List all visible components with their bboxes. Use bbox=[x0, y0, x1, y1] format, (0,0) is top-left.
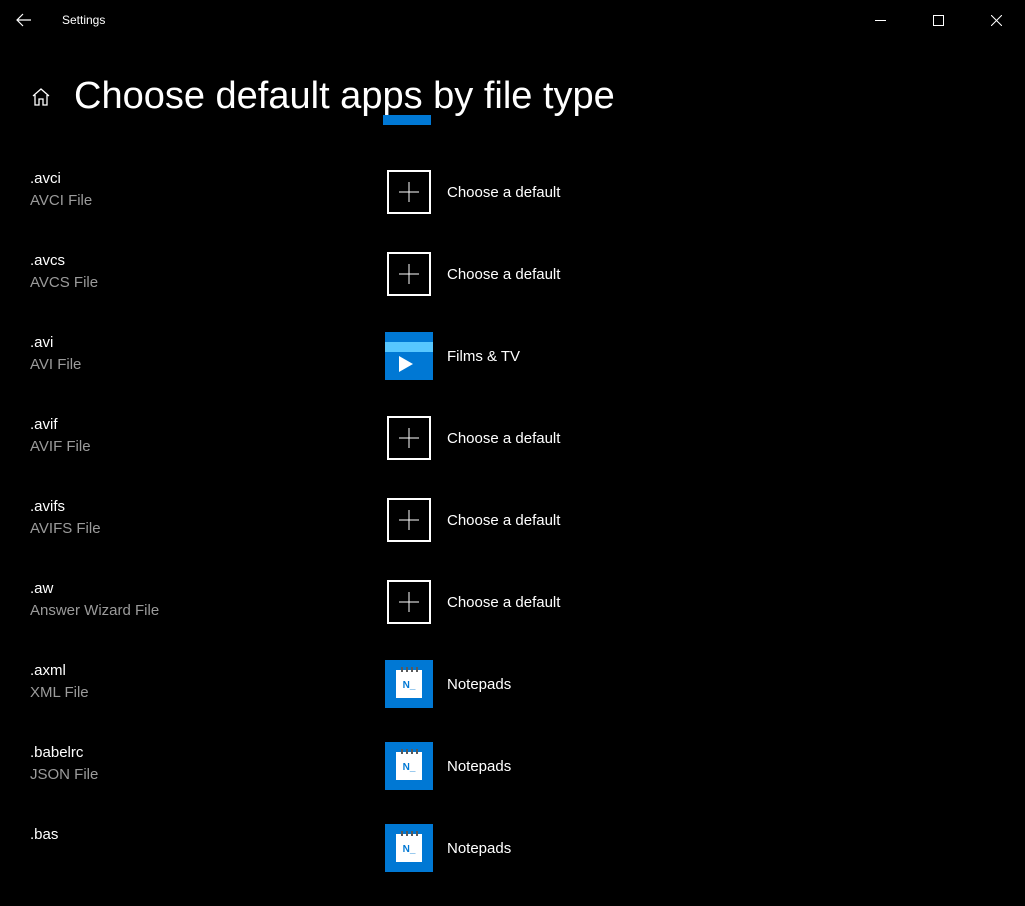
file-type-info: .babelrc JSON File bbox=[30, 742, 385, 786]
plus-icon bbox=[387, 498, 431, 542]
app-selector[interactable]: Choose a default bbox=[385, 414, 560, 462]
file-type-row: .avcs AVCS File Choose a default bbox=[30, 250, 995, 332]
file-description: AVCS File bbox=[30, 272, 385, 294]
minimize-button[interactable] bbox=[851, 0, 909, 40]
app-name: Choose a default bbox=[447, 184, 560, 201]
close-button[interactable] bbox=[967, 0, 1025, 40]
file-type-info: .avif AVIF File bbox=[30, 414, 385, 458]
app-selector[interactable]: Films & TV bbox=[385, 332, 520, 380]
maximize-icon bbox=[933, 15, 944, 26]
app-selector[interactable]: N_ Notepads bbox=[385, 824, 511, 872]
app-selector[interactable]: Choose a default bbox=[385, 496, 560, 544]
app-name: Notepads bbox=[447, 676, 511, 693]
notepads-icon: N_ bbox=[385, 660, 433, 708]
app-selector[interactable]: Choose a default bbox=[385, 168, 560, 216]
file-extension: .babelrc bbox=[30, 742, 385, 764]
back-button[interactable] bbox=[8, 4, 40, 36]
file-type-row: .aw Answer Wizard File Choose a default bbox=[30, 578, 995, 660]
window-title: Settings bbox=[62, 13, 105, 27]
titlebar-left: Settings bbox=[8, 4, 105, 36]
file-extension: .aw bbox=[30, 578, 385, 600]
file-type-row: .avi AVI File Films & TV bbox=[30, 332, 995, 414]
plus-icon bbox=[387, 580, 431, 624]
file-description: XML File bbox=[30, 682, 385, 704]
plus-icon bbox=[387, 252, 431, 296]
file-description: AVCI File bbox=[30, 190, 385, 212]
file-description: AVIF File bbox=[30, 436, 385, 458]
file-types-list: .avci AVCI File Choose a default .avcs A… bbox=[30, 168, 995, 906]
file-type-row: .bas N_ Notepads bbox=[30, 824, 995, 906]
file-extension: .avif bbox=[30, 414, 385, 436]
maximize-button[interactable] bbox=[909, 0, 967, 40]
plus-icon bbox=[387, 170, 431, 214]
window-controls bbox=[851, 0, 1025, 40]
app-selector[interactable]: N_ Notepads bbox=[385, 742, 511, 790]
home-icon[interactable] bbox=[30, 86, 52, 113]
notepads-icon: N_ bbox=[385, 824, 433, 872]
file-extension: .avifs bbox=[30, 496, 385, 518]
minimize-icon bbox=[875, 15, 886, 26]
app-name: Films & TV bbox=[447, 348, 520, 365]
file-type-info: .bas bbox=[30, 824, 385, 846]
notepads-icon: N_ bbox=[385, 742, 433, 790]
page-header: Choose default apps by file type bbox=[30, 75, 995, 118]
file-type-row: .babelrc JSON File N_ Notepads bbox=[30, 742, 995, 824]
content-area: Choose default apps by file type .avci A… bbox=[0, 75, 1025, 906]
file-extension: .avci bbox=[30, 168, 385, 190]
file-type-info: .axml XML File bbox=[30, 660, 385, 704]
close-icon bbox=[991, 15, 1002, 26]
app-name: Choose a default bbox=[447, 266, 560, 283]
file-type-info: .aw Answer Wizard File bbox=[30, 578, 385, 622]
file-type-row: .axml XML File N_ Notepads bbox=[30, 660, 995, 742]
plus-icon bbox=[387, 416, 431, 460]
file-type-info: .avci AVCI File bbox=[30, 168, 385, 212]
app-name: Choose a default bbox=[447, 594, 560, 611]
file-description: AVIFS File bbox=[30, 518, 385, 540]
file-description: AVI File bbox=[30, 354, 385, 376]
app-name: Notepads bbox=[447, 758, 511, 775]
page-title: Choose default apps by file type bbox=[74, 75, 615, 118]
file-type-row: .avci AVCI File Choose a default bbox=[30, 168, 995, 250]
file-extension: .axml bbox=[30, 660, 385, 682]
accent-indicator bbox=[383, 115, 431, 125]
titlebar: Settings bbox=[0, 0, 1025, 40]
file-type-row: .avif AVIF File Choose a default bbox=[30, 414, 995, 496]
file-description: Answer Wizard File bbox=[30, 600, 385, 622]
back-arrow-icon bbox=[16, 12, 32, 28]
file-type-info: .avi AVI File bbox=[30, 332, 385, 376]
app-name: Choose a default bbox=[447, 512, 560, 529]
file-description: JSON File bbox=[30, 764, 385, 786]
file-type-row: .avifs AVIFS File Choose a default bbox=[30, 496, 995, 578]
films-tv-icon bbox=[385, 332, 433, 380]
app-selector[interactable]: N_ Notepads bbox=[385, 660, 511, 708]
file-type-info: .avifs AVIFS File bbox=[30, 496, 385, 540]
file-extension: .avcs bbox=[30, 250, 385, 272]
app-selector[interactable]: Choose a default bbox=[385, 578, 560, 626]
app-name: Choose a default bbox=[447, 430, 560, 447]
app-name: Notepads bbox=[447, 840, 511, 857]
file-extension: .bas bbox=[30, 824, 385, 846]
app-selector[interactable]: Choose a default bbox=[385, 250, 560, 298]
file-type-info: .avcs AVCS File bbox=[30, 250, 385, 294]
file-extension: .avi bbox=[30, 332, 385, 354]
